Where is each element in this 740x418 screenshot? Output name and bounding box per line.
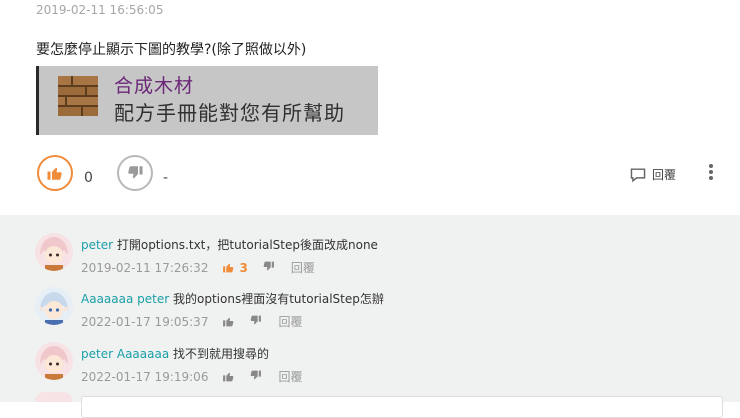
tutorial-image: 合成木材 配方手冊能對您有所幫助 [36, 66, 378, 135]
comment-dislike-button[interactable] [249, 369, 262, 385]
comment-mention[interactable]: Aaaaaaa [117, 347, 169, 361]
thumbs-up-icon [223, 372, 234, 382]
wood-plank-icon [58, 76, 98, 116]
like-count: 0 [84, 170, 93, 186]
comment-author[interactable]: peter [81, 347, 113, 361]
comment-text: Aaaaaaa peter 我的options裡面沒有tutorialStep怎… [81, 290, 384, 307]
avatar [35, 392, 73, 402]
post-timestamp: 2019-02-11 16:56:05 [36, 3, 164, 17]
avatar [35, 287, 73, 325]
comment-icon [630, 167, 646, 182]
thumbs-up-icon [223, 317, 234, 327]
comment-meta: 2022-01-17 19:05:37 回覆 [81, 313, 302, 330]
comment-author[interactable]: peter [81, 238, 113, 252]
avatar [35, 342, 73, 380]
dislike-count: - [163, 170, 169, 186]
avatar-image [35, 342, 73, 380]
thumbs-up-icon [223, 263, 234, 273]
comment-text: peter 打開options.txt，把tutorialStep後面改成non… [81, 236, 378, 253]
thumbs-down-icon [251, 315, 262, 324]
comment-section: peter 打開options.txt，把tutorialStep後面改成non… [0, 215, 740, 402]
comment-time: 2019-02-11 17:26:32 [81, 260, 209, 275]
comment-like-count: 3 [239, 260, 248, 275]
dislike-button[interactable] [117, 155, 153, 191]
reply-input[interactable] [81, 396, 723, 418]
avatar-image [35, 287, 73, 325]
post-reply-label: 回覆 [652, 168, 677, 182]
comment-reply-button[interactable]: 回覆 [278, 313, 302, 330]
more-options-button[interactable] [706, 164, 716, 184]
comment-time: 2022-01-17 19:05:37 [81, 314, 209, 329]
comment-mention[interactable]: peter [137, 292, 169, 306]
tutorial-body: 配方手冊能對您有所幫助 [114, 101, 345, 125]
dot [709, 176, 713, 180]
comment-reply-button[interactable]: 回覆 [291, 259, 315, 276]
comment-dislike-button[interactable] [249, 314, 262, 330]
comment-body: 找不到就用搜尋的 [169, 347, 270, 361]
post-question: 要怎麼停止顯示下圖的教學?(除了照做以外) [36, 42, 307, 58]
post-reply-button[interactable]: 回覆 [629, 166, 676, 183]
avatar-image [35, 233, 73, 271]
comment-meta: 2022-01-17 19:19:06 回覆 [81, 368, 302, 385]
comment-meta: 2019-02-11 17:26:32 3 回覆 [81, 259, 315, 276]
thumbs-down-icon [263, 261, 274, 270]
comment-text: peter Aaaaaaa 找不到就用搜尋的 [81, 345, 269, 362]
comment-dislike-button[interactable] [262, 260, 275, 276]
avatar [35, 233, 73, 271]
thumbs-down-icon [251, 370, 262, 379]
comment-time: 2022-01-17 19:19:06 [81, 369, 209, 384]
thumbs-down-icon [128, 166, 143, 179]
comment-reply-button[interactable]: 回覆 [278, 368, 302, 385]
image-edge [36, 66, 39, 135]
like-button[interactable] [37, 155, 73, 191]
comment-body: 我的options裡面沒有tutorialStep怎辦 [169, 292, 384, 306]
thumbs-up-icon [47, 167, 62, 180]
comment-like-button[interactable] [222, 370, 235, 383]
comment-body: 打開options.txt，把tutorialStep後面改成none [113, 238, 378, 252]
dot [709, 170, 713, 174]
comment-author[interactable]: Aaaaaaa [81, 292, 133, 306]
tutorial-title: 合成木材 [114, 75, 195, 97]
comment-like-button[interactable] [222, 315, 235, 328]
comment-like-button[interactable]: 3 [222, 260, 248, 275]
dot [709, 164, 713, 168]
